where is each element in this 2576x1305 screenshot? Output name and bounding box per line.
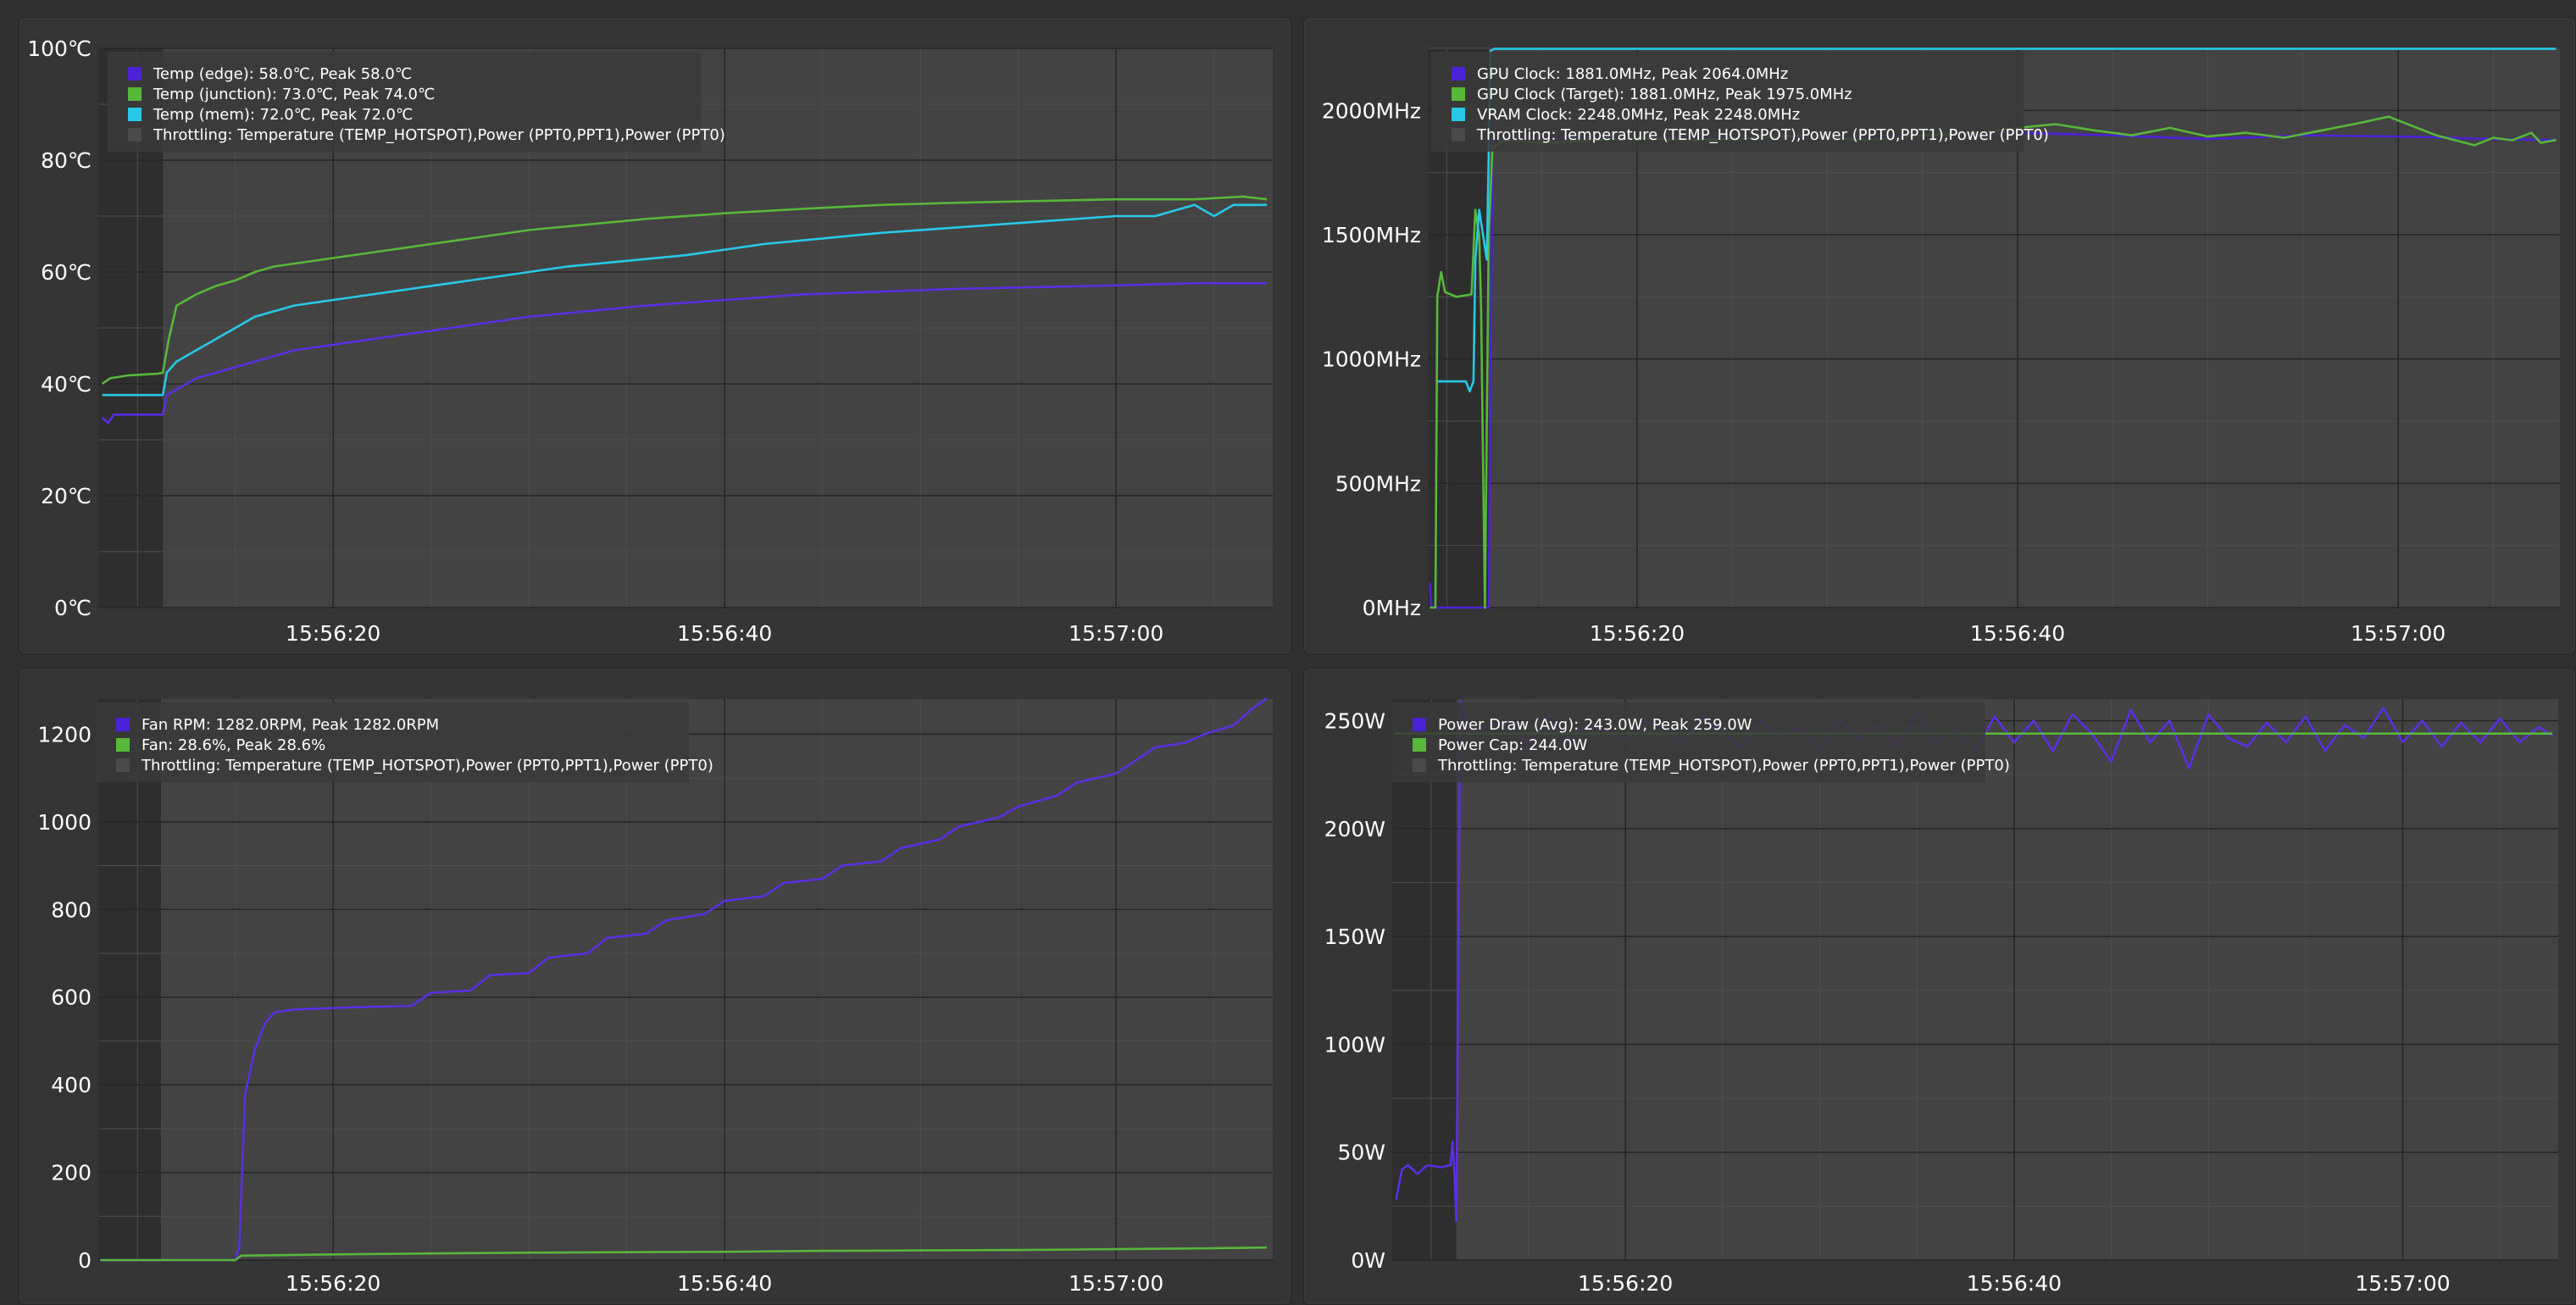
x-tick-label: 15:56:40 (1967, 1271, 2062, 1296)
legend-label: Throttling: Temperature (TEMP_HOTSPOT),P… (141, 757, 713, 775)
y-tick-label: 800 (51, 897, 92, 922)
x-tick-label: 15:56:40 (677, 621, 772, 646)
legend-swatch (1413, 758, 1426, 772)
legend-swatch (116, 718, 130, 731)
legend-swatch (1452, 67, 1465, 81)
legend-label: Throttling: Temperature (TEMP_HOTSPOT),P… (1437, 757, 2010, 775)
y-tick-label: 60℃ (41, 260, 92, 285)
y-tick-label: 600 (51, 986, 92, 1010)
x-tick-label: 15:56:40 (677, 1271, 772, 1296)
legend-swatch (116, 738, 130, 752)
x-tick-label: 15:57:00 (1069, 621, 1163, 646)
y-tick-label: 1000MHz (1322, 347, 1421, 372)
x-tick-label: 15:56:20 (1578, 1271, 1673, 1296)
y-tick-label: 100W (1324, 1032, 1385, 1057)
legend-swatch (116, 758, 130, 772)
y-tick-label: 100℃ (27, 36, 92, 61)
legend-label: GPU Clock: 1881.0MHz, Peak 2064.0MHz (1477, 65, 1788, 83)
legend-label: VRAM Clock: 2248.0MHz, Peak 2248.0MHz (1477, 106, 1800, 124)
y-tick-label: 150W (1324, 925, 1385, 949)
x-tick-label: 15:57:00 (1069, 1271, 1163, 1296)
legend-label: Temp (mem): 72.0℃, Peak 72.0℃ (153, 106, 413, 124)
legend-label: GPU Clock (Target): 1881.0MHz, Peak 1975… (1477, 86, 1852, 103)
y-tick-label: 1200 (37, 722, 92, 747)
y-tick-label: 2000MHz (1322, 98, 1421, 123)
legend-swatch (128, 128, 142, 142)
y-tick-label: 50W (1337, 1141, 1385, 1165)
legend-label: Fan: 28.6%, Peak 28.6% (142, 736, 325, 754)
legend-label: Temp (edge): 58.0℃, Peak 58.0℃ (153, 65, 412, 83)
legend-swatch (128, 67, 142, 81)
x-tick-label: 15:56:20 (1590, 621, 1685, 646)
fan-chart: 15:56:20 15:56:40 15:57:00 0 200 400 600 800 100… (37, 697, 1273, 1296)
legend-label: Throttling: Temperature (TEMP_HOTSPOT),P… (153, 126, 725, 144)
legend-swatch (128, 108, 142, 121)
legend-label: Fan RPM: 1282.0RPM, Peak 1282.0RPM (142, 716, 439, 734)
legend-label: Temp (junction): 73.0℃, Peak 74.0℃ (153, 86, 435, 103)
power-chart: 15:56:20 15:56:40 15:57:00 0W 50W 100W 150W 200… (1324, 699, 2558, 1296)
legend-swatch (1452, 128, 1465, 142)
y-tick-label: 250W (1324, 708, 1385, 733)
y-tick-label: 200W (1324, 817, 1385, 841)
throttle-shade (98, 699, 161, 1260)
legend-label: Throttling: Temperature (TEMP_HOTSPOT),P… (1476, 126, 2049, 144)
legend-swatch (1452, 108, 1465, 121)
plot-area (1392, 699, 2558, 1260)
fan-panel: 15:56:20 15:56:40 15:57:00 0 200 400 600 800 100… (19, 668, 1291, 1305)
legend-label: Power Cap: 244.0W (1438, 736, 1587, 754)
y-tick-label: 500MHz (1335, 471, 1421, 496)
power-panel: 15:56:20 15:56:40 15:57:00 0W 50W 100W 150W 200… (1303, 668, 2576, 1305)
x-tick-label: 15:56:40 (1970, 621, 2065, 646)
clocks-chart: 15:56:20 15:56:40 15:57:00 0MHz 500MHz 1000MH… (1322, 47, 2560, 646)
y-tick-label: 1000 (37, 810, 92, 835)
x-tick-label: 15:57:00 (2355, 1271, 2450, 1296)
legend-swatch (1413, 718, 1426, 731)
clocks-panel: 15:56:20 15:56:40 15:57:00 0MHz 500MHz 1000MH… (1303, 17, 2576, 654)
temperature-panel: 15:56:20 15:56:40 15:57:00 0℃ 20℃ 40℃ 60℃ 80℃ 10… (19, 17, 1291, 654)
legend-swatch (1413, 738, 1426, 752)
y-tick-label: 0℃ (54, 596, 92, 620)
throttle-shade (1392, 699, 1457, 1260)
y-tick-label: 0MHz (1363, 596, 1421, 620)
y-tick-label: 400 (51, 1073, 92, 1097)
x-tick-label: 15:56:20 (286, 621, 380, 646)
x-tick-label: 15:57:00 (2351, 621, 2446, 646)
legend-label: Power Draw (Avg): 243.0W, Peak 259.0W (1438, 716, 1752, 734)
legend-swatch (128, 87, 142, 101)
x-tick-label: 15:56:20 (286, 1271, 380, 1296)
y-tick-label: 0W (1351, 1248, 1385, 1273)
legend-swatch (1452, 87, 1465, 101)
y-tick-label: 80℃ (41, 148, 92, 173)
y-tick-label: 200 (51, 1161, 92, 1186)
temperature-chart: 15:56:20 15:56:40 15:57:00 0℃ 20℃ 40℃ 60℃ 80℃ 10… (27, 36, 1273, 646)
y-tick-label: 20℃ (41, 484, 92, 508)
plot-area (98, 699, 1273, 1260)
y-tick-label: 0 (78, 1248, 92, 1273)
y-tick-label: 40℃ (41, 372, 92, 397)
y-tick-label: 1500MHz (1322, 223, 1421, 247)
